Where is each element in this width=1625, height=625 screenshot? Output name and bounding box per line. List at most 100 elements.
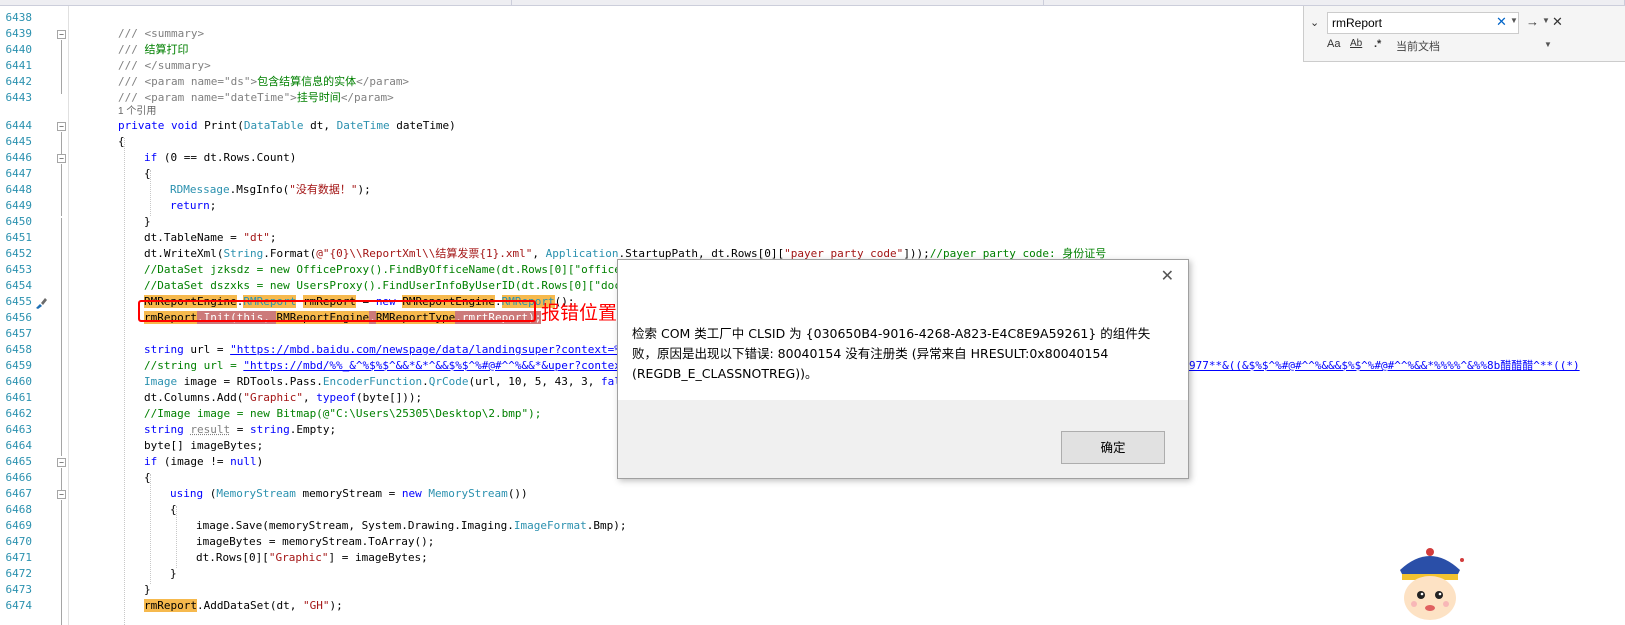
error-message-text: 检索 COM 类工厂中 CLSID 为 {030650B4-9016-4268-… [632,326,1151,381]
line-number: 6474 [5,599,33,612]
regex-toggle[interactable]: .* [1374,38,1381,50]
code-line: //DataSet dszxks = new UsersProxy().Find… [144,279,641,292]
outline-line [61,132,62,154]
line-number: 6451 [5,231,33,244]
line-number: 6460 [5,375,33,388]
code-line: image.Save(memoryStream, System.Drawing.… [196,519,627,532]
code-line: private void Print(DataTable dt, DateTim… [118,119,456,132]
code-line: imageBytes = memoryStream.ToArray(); [196,535,435,548]
code-line: //Image image = new Bitmap(@"C:\Users\25… [144,407,542,420]
code-line: using (MemoryStream memoryStream = new M… [170,487,528,500]
code-line: /// <summary> [118,27,205,40]
line-number: 6445 [5,135,33,148]
find-next-icon[interactable]: → [1526,14,1539,29]
scope-dropdown-icon[interactable]: ▼ [1544,40,1552,49]
line-number: 6448 [5,183,33,196]
line-number: 6446 [5,151,33,164]
error-location-box [138,300,536,322]
line-number: 6472 [5,567,33,580]
find-widget: ⌄ rmReport ✕ ▼ → ▼ ✕ Aa Ab .* 当前文档 ▼ [1303,6,1625,62]
ok-button[interactable]: 确定 [1061,431,1165,464]
code-line: } [144,583,151,596]
code-line: if (0 == dt.Rows.Count) [144,151,297,164]
quick-actions-brush-icon[interactable] [34,296,48,310]
line-number: 6469 [5,519,33,532]
line-number: 6471 [5,551,33,564]
collapse-region-icon[interactable]: − [57,30,66,39]
line-number: 6457 [5,327,33,340]
code-line: /// <param name="ds">包含结算信息的实体</param> [118,75,410,88]
code-line: if (image != null) [144,455,264,468]
find-next-dropdown-icon[interactable]: ▼ [1542,16,1550,25]
collapse-region-icon[interactable]: − [57,154,66,163]
code-line: string result = string.Empty; [144,423,337,436]
close-dialog-icon[interactable]: ✕ [1161,266,1174,285]
chevron-down-icon[interactable]: ⌄ [1310,16,1319,29]
line-number: 6438 [5,11,33,24]
code-line: dt.TableName = "dt"; [144,231,277,244]
cartoon-mascot-icon [1400,548,1464,620]
dialog-footer: 确定 [618,400,1188,478]
code-line: byte[] imageBytes; [144,439,264,452]
line-number: 6442 [5,75,33,88]
outline-line [61,468,62,490]
line-number: 6464 [5,439,33,452]
code-line: Image image = RDTools.Pass.EncoderFuncti… [144,375,641,388]
code-line: 977**&((&$%$^%#@#^^%&&&$%$^%#@#^^%&&*%%%… [1189,359,1580,372]
line-number: 6473 [5,583,33,596]
search-history-dropdown-icon[interactable]: ▼ [1510,16,1518,25]
line-number: 6449 [5,199,33,212]
search-input[interactable]: rmReport [1327,12,1519,34]
error-message-dialog: ✕ 检索 COM 类工厂中 CLSID 为 {030650B4-9016-426… [617,259,1189,479]
code-line: rmReport.AddDataSet(dt, "GH"); [144,599,343,612]
line-number: 6443 [5,91,33,104]
code-line: } [170,567,177,580]
line-number: 6461 [5,391,33,404]
collapse-region-icon[interactable]: − [57,490,66,499]
line-number: 6463 [5,423,33,436]
code-line: dt.Columns.Add("Graphic", typeof(byte[])… [144,391,423,404]
close-find-icon[interactable]: ✕ [1552,14,1563,30]
code-line: } [144,215,151,228]
line-number: 6439 [5,27,33,40]
line-number: 6447 [5,167,33,180]
line-number: 6462 [5,407,33,420]
code-line: /// <param name="dateTime">挂号时间</param> [118,91,394,104]
code-line: /// </summary> [118,59,211,72]
code-line: return; [170,199,217,212]
line-number: 6465 [5,455,33,468]
line-number: 6450 [5,215,33,228]
indent-guide [150,474,151,584]
code-line: string url = "https://mbd.baidu.com/news… [144,343,641,356]
line-number: 6458 [5,343,33,356]
line-number: 6454 [5,279,33,292]
line-number: 6452 [5,247,33,260]
code-line: { [144,471,151,484]
outline-line [61,218,62,456]
code-line: //string url = "https://mbd/%%_&^%$%$^&&… [144,359,641,372]
error-location-label: 报错位置 [541,302,618,324]
code-line: { [170,503,177,516]
line-number: 6466 [5,471,33,484]
code-line: { [118,135,125,148]
collapse-region-icon[interactable]: − [57,458,66,467]
line-number: 6459 [5,359,33,372]
indent-guide [124,138,125,625]
line-number-gutter: 6438 6439 6440 6441 6442 6443 6444 6445 … [0,6,66,625]
line-number: 6440 [5,43,33,56]
line-number: 6467 [5,487,33,500]
line-number: 6470 [5,535,33,548]
collapse-region-icon[interactable]: − [57,122,66,131]
whole-word-toggle[interactable]: Ab [1350,38,1362,49]
outline-line [61,500,62,625]
outline-line [61,164,62,216]
line-number: 6468 [5,503,33,516]
code-line: { [144,167,151,180]
clear-search-icon[interactable]: ✕ [1496,14,1507,30]
match-case-toggle[interactable]: Aa [1327,38,1340,50]
line-number: 6441 [5,59,33,72]
line-number: 6456 [5,311,33,324]
code-line: //DataSet jzksdz = new OfficeProxy().Fin… [144,263,641,276]
gutter-separator [68,6,69,625]
search-scope-select[interactable]: 当前文档 [1396,38,1440,54]
